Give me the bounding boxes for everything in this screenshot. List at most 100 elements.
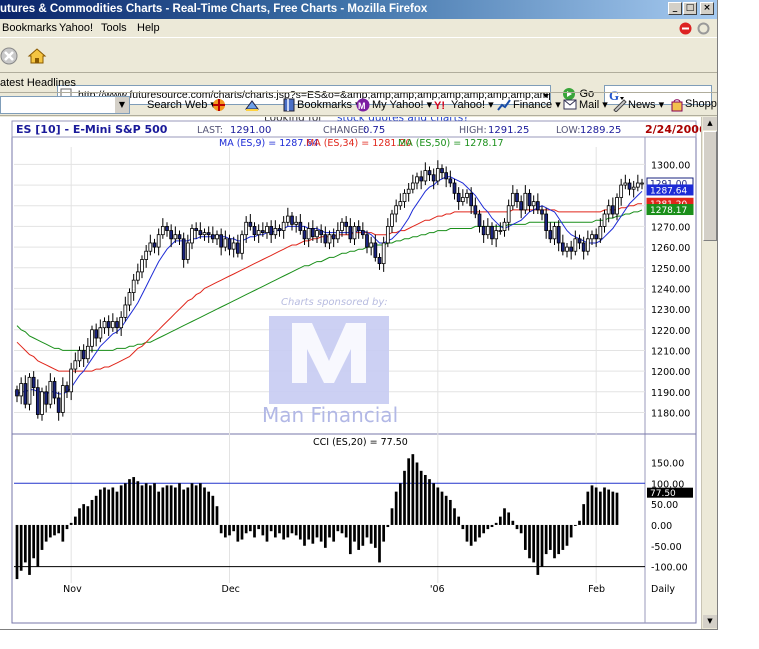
cci-bar: [303, 524, 306, 546]
scroll-down-icon[interactable]: ▼: [703, 615, 717, 628]
cci-bar: [94, 495, 98, 525]
cci-bar: [453, 508, 456, 525]
shopping-bag-icon: [671, 99, 683, 112]
title-bar[interactable]: utures & Commodities Charts - Real-Time …: [0, 0, 717, 19]
watermark-brand: Man Financial: [262, 403, 398, 427]
cci-title: CCI (ES,20) = 77.50: [313, 437, 408, 448]
cci-bar: [457, 516, 461, 525]
cci-bar: [519, 524, 523, 534]
toolbar-dropdown-icon[interactable]: ▼: [115, 97, 129, 113]
finance-button[interactable]: Finance ▾: [513, 98, 561, 111]
maximize-button[interactable]: □: [683, 2, 697, 15]
menu-help[interactable]: Help: [137, 22, 160, 34]
candle-body: [173, 234, 178, 240]
candle-body: [510, 192, 515, 207]
candle-body: [315, 230, 319, 238]
cci-bar: [28, 524, 31, 575]
scroll-thumb[interactable]: [703, 131, 717, 241]
candle-body: [240, 234, 244, 254]
cci-bar: [90, 499, 94, 525]
candle-body: [481, 226, 486, 236]
cci-bar: [223, 524, 227, 538]
cci-bar: [215, 506, 219, 525]
candle-body: [190, 228, 194, 244]
candle-body: [502, 221, 507, 231]
candle-body: [473, 205, 478, 215]
candle-body: [415, 176, 419, 184]
cci-bar: [478, 524, 481, 538]
menu-yahoo[interactable]: Yahoo!: [59, 22, 93, 34]
toolbar-search-field[interactable]: ▼: [0, 96, 130, 114]
cci-bar: [248, 524, 252, 532]
candle-body: [340, 221, 344, 231]
scroll-up-icon[interactable]: ▲: [703, 117, 717, 130]
yahoo-button[interactable]: Yahoo! ▾: [451, 98, 494, 111]
candle-body: [365, 234, 369, 248]
candle-body: [465, 192, 469, 198]
cci-bar: [169, 485, 173, 525]
cci-tick-label: -100.00: [651, 563, 688, 574]
candle-body: [623, 182, 628, 186]
cci-bar: [123, 483, 127, 525]
candle-body: [469, 192, 474, 207]
headlines-label[interactable]: atest Headlines: [0, 77, 76, 89]
cci-bar: [444, 495, 448, 525]
cci-bar: [244, 524, 248, 534]
candle-body: [15, 389, 19, 397]
vertical-scrollbar[interactable]: ▲ ▼: [701, 117, 717, 629]
candle-body: [456, 192, 461, 203]
cci-bar: [203, 487, 206, 525]
minimize-button[interactable]: _: [668, 2, 682, 15]
price-tick-label: 1200.00: [651, 367, 690, 378]
cci-bar: [398, 483, 402, 525]
futures-chart: Looking forstock quotes and charts?ES [1…: [11, 117, 701, 624]
candle-body: [115, 321, 119, 329]
search-web-button[interactable]: Search Web ▾: [147, 98, 216, 111]
highlight-icon[interactable]: [244, 98, 260, 112]
cci-bar: [273, 524, 277, 538]
compass-icon[interactable]: [212, 98, 226, 112]
cci-bar: [540, 524, 544, 567]
ma-legend-label: MA (ES,34) = 1281.20: [306, 138, 412, 149]
cci-bar: [57, 524, 61, 534]
candle-body: [423, 170, 428, 182]
cci-bar: [136, 481, 140, 525]
candle-body: [577, 238, 582, 244]
mail-button[interactable]: Mail ▾: [579, 98, 608, 111]
cci-bar: [236, 524, 240, 542]
menu-bookmarks[interactable]: Bookmarks: [2, 22, 57, 34]
cci-bar: [269, 524, 273, 532]
candle-body: [181, 238, 186, 260]
cci-bar: [132, 477, 136, 525]
throbber-icon: [697, 22, 710, 35]
shopping-button[interactable]: Shoppin: [685, 98, 717, 110]
my-yahoo-button[interactable]: My Yahoo! ▾: [372, 98, 432, 111]
candle-body: [435, 168, 440, 182]
stop-icon[interactable]: [0, 46, 20, 66]
candle-body: [69, 368, 74, 393]
price-tag-label: 1278.17: [650, 206, 687, 216]
desktop-area-bottom: [0, 631, 759, 649]
cci-bar: [298, 524, 302, 540]
toolbar-bookmarks-button[interactable]: Bookmarks ▾: [297, 98, 361, 111]
cci-bar: [198, 483, 202, 525]
cci-bar: [428, 479, 431, 525]
news-button[interactable]: News ▾: [628, 98, 664, 111]
candle-body: [202, 232, 207, 236]
candle-body: [377, 257, 382, 265]
close-button[interactable]: ×: [700, 2, 714, 15]
cci-bar: [228, 524, 231, 536]
home-icon[interactable]: [27, 46, 47, 66]
cci-bar: [286, 524, 290, 538]
stat-label: LAST:: [197, 125, 223, 136]
cci-bar: [119, 485, 123, 525]
candle-body: [31, 376, 36, 389]
candle-body: [140, 259, 144, 273]
stop-sign-icon: [679, 22, 692, 35]
finance-chart-icon: [497, 99, 511, 111]
cci-bar: [415, 462, 419, 525]
ma-legend-label: MA (ES,9) = 1287.64: [219, 138, 319, 149]
candle-body: [19, 383, 24, 397]
menu-tools[interactable]: Tools: [101, 22, 127, 34]
candle-body: [194, 228, 199, 231]
